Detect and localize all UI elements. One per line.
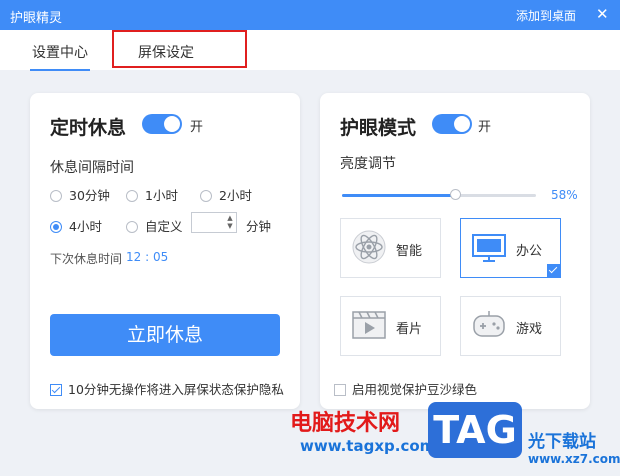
app-title: 护眼精灵: [10, 11, 63, 26]
watermark-site-name: 电脑技术网: [290, 411, 401, 436]
radio-1h-label: 1小时: [145, 188, 178, 203]
custom-unit-label: 分钟: [246, 219, 272, 234]
mode-game-button[interactable]: 游戏: [460, 296, 561, 356]
stepper-arrows-icon[interactable]: ▲ ▼: [225, 214, 235, 231]
radio-2h-label: 2小时: [219, 188, 252, 203]
eye-card-title: 护眼模式: [340, 117, 417, 139]
custom-minutes-stepper[interactable]: ▲ ▼: [191, 212, 237, 233]
eye-care-card: 护眼模式 开 亮度调节 58% 智能 办公 看片 游戏 启用视觉保护豆沙绿色: [320, 93, 590, 409]
screensaver-privacy-checkbox[interactable]: 10分钟无操作将进入屏保状态保护隐私: [50, 379, 284, 398]
radio-2h[interactable]: 2小时: [200, 185, 252, 203]
rest-toggle[interactable]: [142, 114, 182, 134]
watermark-tag-logo: TAG: [428, 402, 522, 458]
interval-label: 休息间隔时间: [50, 160, 134, 176]
mode-game-label: 游戏: [516, 322, 543, 337]
radio-30min-label: 30分钟: [69, 188, 110, 203]
mode-smart-button[interactable]: 智能: [340, 218, 441, 278]
rest-now-button[interactable]: 立即休息: [50, 314, 280, 356]
next-rest-time: 12 : 05: [126, 250, 169, 264]
bean-green-checkbox[interactable]: 启用视觉保护豆沙绿色: [334, 379, 477, 398]
close-icon[interactable]: ✕: [596, 6, 609, 22]
next-rest-label: 下次休息时间: [50, 252, 123, 266]
watermark-right-name: 光下载站: [528, 432, 596, 452]
brightness-label: 亮度调节: [340, 156, 396, 172]
add-to-desktop-link[interactable]: 添加到桌面: [516, 7, 576, 24]
eye-toggle-label: 开: [478, 120, 492, 135]
radio-30min[interactable]: 30分钟: [50, 185, 110, 203]
brightness-slider-handle[interactable]: [449, 189, 461, 200]
mode-office-button[interactable]: 办公: [460, 218, 561, 278]
radio-1h[interactable]: 1小时: [126, 185, 178, 203]
rest-toggle-label: 开: [190, 120, 204, 135]
mode-office-label: 办公: [516, 244, 543, 259]
rest-card-title: 定时休息: [50, 117, 127, 139]
rest-card: 定时休息 开 休息间隔时间 30分钟 1小时 2小时 4小时 自定义 ▲ ▼ 分钟…: [30, 93, 300, 409]
radio-custom[interactable]: 自定义: [126, 216, 183, 234]
tab-bar: 设置中心 屏保设定: [0, 30, 620, 71]
brightness-value: 58%: [551, 188, 578, 202]
brightness-slider-fill: [342, 194, 455, 197]
screensaver-tab-highlight: [112, 30, 247, 68]
radio-4h[interactable]: 4小时: [50, 216, 102, 234]
radio-4h-label: 4小时: [69, 219, 102, 234]
selected-check-icon: [547, 264, 560, 277]
mode-movie-button[interactable]: 看片: [340, 296, 441, 356]
film-icon: [352, 311, 386, 339]
watermark-right-url: www.xz7.com: [528, 452, 620, 466]
mode-smart-label: 智能: [396, 244, 423, 259]
gamepad-icon: [473, 311, 505, 337]
atom-icon: [352, 230, 386, 264]
radio-custom-label: 自定义: [145, 219, 183, 234]
eye-care-toggle[interactable]: [432, 114, 472, 134]
title-bar: 护眼精灵 添加到桌面 ✕: [0, 0, 620, 30]
mode-movie-label: 看片: [396, 322, 423, 337]
tab-settings-center[interactable]: 设置中心: [30, 42, 90, 71]
monitor-icon: [472, 234, 506, 262]
screensaver-privacy-label: 10分钟无操作将进入屏保状态保护隐私: [68, 382, 284, 397]
watermark-site-url: www.tagxp.com: [300, 437, 436, 455]
brightness-slider[interactable]: [342, 189, 536, 200]
bean-green-label: 启用视觉保护豆沙绿色: [352, 382, 478, 397]
